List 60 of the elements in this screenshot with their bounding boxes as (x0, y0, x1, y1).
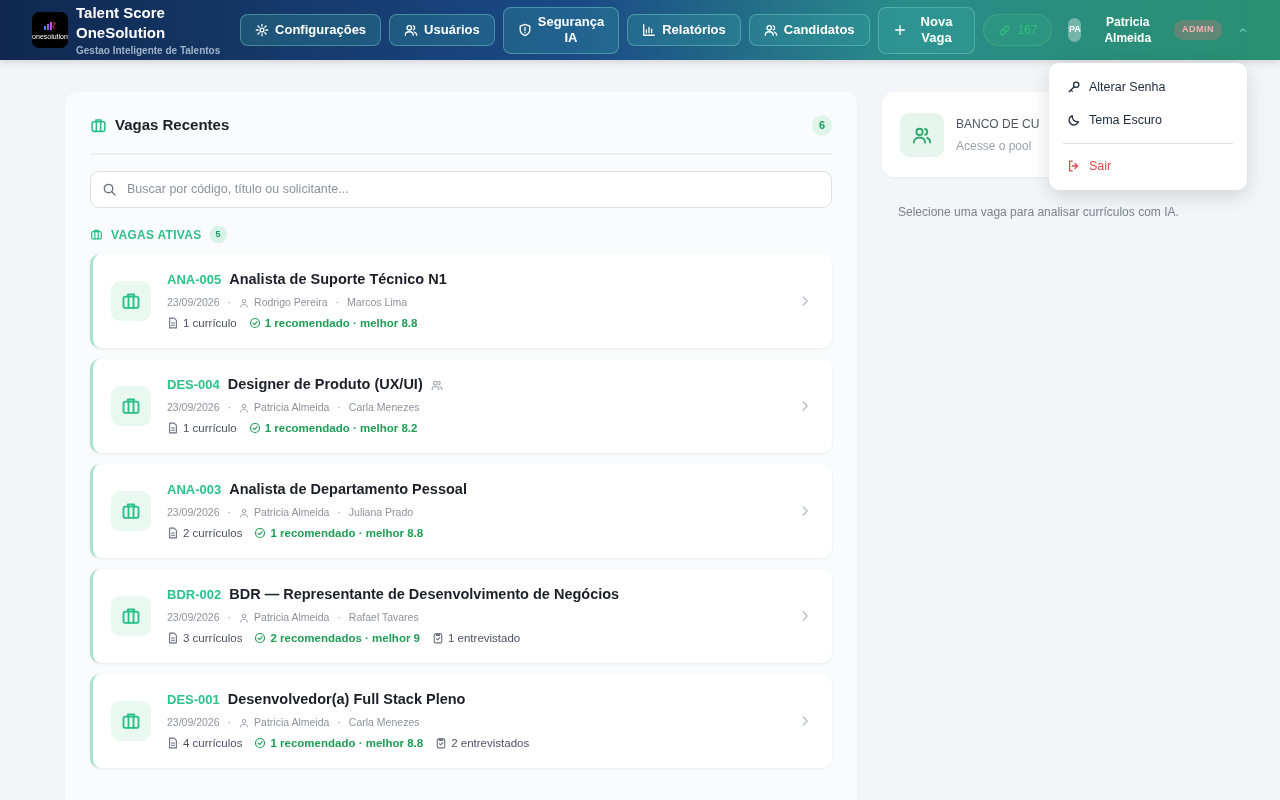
count-badge: 5 (209, 225, 227, 244)
job-title: Designer de Produto (UX/UI) (227, 375, 423, 395)
requester-name: Patricia Almeida (254, 504, 330, 520)
brand-subtitle: Gestao Inteligente de Talentos (76, 43, 221, 58)
separator-dot: · (337, 399, 341, 415)
job-date: 23/09/2026 (167, 609, 220, 625)
brand-title: OneSolution (76, 22, 167, 43)
job-date: 23/09/2026 (167, 714, 220, 730)
job-title: BDR — Representante de Desenvolvimento de Negócios (229, 585, 620, 605)
requester-name: Patricia Almeida (254, 609, 330, 625)
job-code: BDR-002 (167, 586, 222, 605)
job-title: Analista de Departamento Pessoal (229, 480, 467, 500)
job-code: ANA-005 (167, 271, 222, 290)
resume-count: 4 currículos (183, 735, 243, 751)
brand-title: Talent Score (76, 2, 166, 23)
separator-dot: · (337, 609, 341, 625)
separator-dot: · (335, 294, 340, 310)
job-title: Desenvolvedor(a) Full Stack Pleno (227, 690, 466, 710)
recommended-summary: 1 recomendado · melhor 8.8 (270, 525, 424, 541)
requester-name: Rodrigo Pereira (254, 294, 328, 310)
requester-name: Patricia Almeida (254, 714, 330, 730)
user-name: Patricia Almeida (1103, 14, 1153, 46)
separator-dot: · (227, 504, 232, 520)
recommended-summary: 2 recomendados · melhor 9 (270, 630, 420, 646)
resume-count: 1 currículo (183, 315, 237, 331)
user-avatar: PA (1068, 18, 1082, 42)
job-title: Analista de Suporte Técnico N1 (229, 270, 447, 290)
resume-count: 1 currículo (183, 420, 237, 436)
job-date: 23/09/2026 (167, 504, 220, 520)
separator-dot: · (337, 714, 341, 730)
separator-dot: · (227, 399, 232, 415)
separator-dot: · (227, 609, 232, 625)
recommended-summary: 1 recomendado · melhor 8.8 (264, 315, 418, 331)
recommended-summary: 1 recomendado · melhor 8.8 (270, 735, 424, 751)
card-subtitle: Acesse o pool (956, 137, 1033, 155)
separator-dot: · (337, 504, 341, 520)
resume-count: 3 currículos (183, 630, 243, 646)
interviewed-count: 2 entrevistados (451, 735, 530, 751)
recruiter-name: Marcos Lima (347, 294, 408, 310)
section-title: VAGAS ATIVAS (111, 226, 202, 244)
separator-dot: · (227, 714, 232, 730)
hint-text: Selecione uma vaga para analisar currículos com IA. (897, 204, 1180, 221)
recruiter-name: Rafael Tavares (348, 609, 419, 625)
recruiter-name: Carla Menezes (348, 399, 420, 415)
recruiter-name: Juliana Prado (348, 504, 414, 520)
role-badge: ADMIN (1174, 20, 1222, 40)
job-code: DES-004 (167, 376, 220, 395)
recruiter-name: Carla Menezes (348, 714, 420, 730)
job-date: 23/09/2026 (167, 294, 220, 310)
resume-count: 2 currículos (183, 525, 243, 541)
panel-title: Vagas Recentes (115, 115, 230, 135)
card-title: BANCO DE CU (956, 115, 1040, 133)
job-date: 23/09/2026 (167, 399, 220, 415)
job-code: ANA-003 (167, 481, 222, 500)
job-code: DES-001 (167, 691, 220, 710)
requester-name: Patricia Almeida (254, 399, 330, 415)
count-badge: 6 (811, 115, 832, 136)
separator-dot: · (227, 294, 232, 310)
interviewed-count: 1 entrevistado (448, 630, 521, 646)
recommended-summary: 1 recomendado · melhor 8.2 (264, 420, 418, 436)
